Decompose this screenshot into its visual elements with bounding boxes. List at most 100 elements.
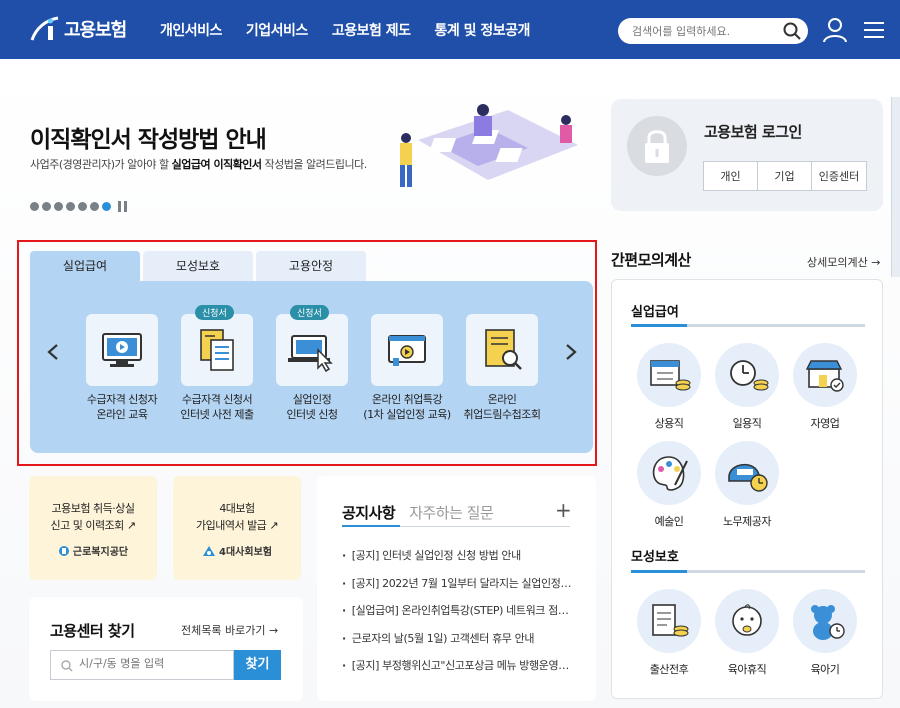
org-name: 4대사회보험: [219, 547, 272, 558]
slide-indicator: [30, 201, 127, 212]
logo[interactable]: 고용보험: [28, 14, 127, 44]
search-icon: [61, 660, 73, 672]
sim-regular-worker[interactable]: 상용직: [634, 343, 704, 431]
tab-faq[interactable]: 자주하는 질문: [409, 502, 494, 523]
arrow-right-icon: →: [871, 256, 881, 269]
notice-item[interactable]: [공지] 부정행위신고"신고포상금 메뉴 방행운영 안내: [342, 656, 572, 684]
sim-childcare-period[interactable]: 육아기: [790, 589, 860, 677]
nav-personal[interactable]: 개인서비스: [160, 20, 222, 40]
sim-icon-circle: [715, 441, 779, 505]
sim-label: 육아휴직: [727, 663, 767, 676]
baby-icon: [732, 604, 762, 636]
lock-icon: [627, 116, 687, 176]
calendar-coins-icon: [650, 360, 691, 391]
slide-dot[interactable]: [30, 202, 39, 211]
sim-label: 육아기: [810, 663, 840, 676]
slide-dot[interactable]: [90, 202, 99, 211]
org-name: 근로복지공단: [72, 547, 129, 558]
slide-dot[interactable]: [78, 202, 87, 211]
login-cert-center-button[interactable]: 인증센터: [812, 162, 866, 190]
quick-card-four-insurance[interactable]: 4대보험 가입내역서 발급 ↗ 4대사회보험: [173, 476, 301, 580]
notice-list: [공지] 인터넷 실업인정 신청 방법 안내 [공지] 2022년 7월 1일부…: [342, 546, 572, 684]
simulator-detail-link[interactable]: 상세모의계산 →: [807, 254, 880, 270]
sim-label: 예술인: [654, 515, 684, 528]
simulator-section-unemployment: 실업급여: [631, 305, 679, 320]
sim-label: 자영업: [810, 417, 840, 430]
store-icon: [805, 360, 844, 392]
login-personal-button[interactable]: 개인: [704, 162, 758, 190]
sim-icon-circle: [793, 343, 857, 407]
clock-coins-icon: [730, 360, 769, 391]
simulator-title: 간편모의계산: [611, 251, 691, 269]
notice-item[interactable]: [공지] 2022년 7월 1일부터 달라지는 실업인정 방법 안내: [342, 574, 572, 602]
login-title: 고용보험 로그인: [704, 123, 802, 141]
notice-item[interactable]: [실업급여] 온라인취업특강(STEP) 네트워크 점검 안내: [342, 601, 572, 629]
sim-icon-circle: [637, 589, 701, 653]
logo-mark-icon: [30, 16, 59, 41]
hero-title[interactable]: 이직확인서 작성방법 안내: [30, 120, 267, 154]
sim-label: 상용직: [654, 417, 684, 430]
nav-business[interactable]: 기업서비스: [246, 20, 308, 40]
search-box: [618, 18, 808, 44]
hamburger-menu-icon[interactable]: [864, 21, 884, 39]
search-input[interactable]: [632, 22, 772, 40]
slide-dot[interactable]: [42, 202, 51, 211]
helmet-clock-icon: [728, 463, 768, 492]
top-header: 고용보험 개인서비스 기업서비스 고용보험 제도 통계 및 정보공개: [0, 0, 900, 59]
simulator-link-text: 상세모의계산: [807, 256, 868, 269]
user-icon[interactable]: [822, 17, 848, 43]
center-all-list-link[interactable]: 전체목록 바로가기 →: [181, 622, 278, 638]
nav-statistics[interactable]: 통계 및 정보공개: [434, 20, 530, 40]
quick-card-text: 고용보험 취득·상실 신고 및 이력조회 ↗: [29, 500, 157, 534]
center-search-button[interactable]: 찾기: [234, 650, 281, 680]
login-button-group: 개인 기업 인증센터: [703, 161, 867, 191]
sim-self-employed[interactable]: 자영업: [790, 343, 860, 431]
notice-tabs: 공지사항 자주하는 질문: [342, 502, 494, 523]
side-panel-tab[interactable]: [891, 97, 900, 277]
logo-text: 고용보험: [64, 20, 127, 41]
four-insurance-logo-icon: [203, 545, 216, 556]
slide-dot[interactable]: [66, 202, 75, 211]
sim-daily-worker[interactable]: 일용직: [712, 343, 782, 431]
main-nav: 개인서비스 기업서비스 고용보험 제도 통계 및 정보공개: [160, 20, 530, 40]
document-coins-icon: [652, 604, 689, 637]
sim-artist[interactable]: 예술인: [634, 441, 704, 529]
comwel-logo-icon: [58, 545, 69, 556]
center-search-input[interactable]: [79, 657, 229, 670]
center-title: 고용센터 찾기: [50, 622, 135, 640]
notice-item[interactable]: [공지] 인터넷 실업인정 신청 방법 안내: [342, 546, 572, 574]
plus-icon[interactable]: +: [555, 498, 572, 522]
simulator-card: 실업급여 상용직 일용직 자영업 예술인 노무제공자 모성보호 출산전후 육아휴…: [611, 279, 883, 699]
quick-card-line2-text: 가입내역서 발급: [195, 519, 267, 532]
center-search-box: [50, 650, 234, 680]
org-label: 4대사회보험: [173, 543, 301, 558]
quick-card-insurance-report[interactable]: 고용보험 취득·상실 신고 및 이력조회 ↗ 근로복지공단: [29, 476, 157, 580]
sim-labor-provider[interactable]: 노무제공자: [712, 441, 782, 529]
hero-subtitle: 사업주(경영관리자)가 알아야 할 실업급여 이직확인서 작성법을 알려드립니다…: [30, 156, 367, 172]
login-card: 고용보험 로그인 개인 기업 인증센터: [611, 99, 883, 211]
sim-label: 일용직: [732, 417, 762, 430]
sim-icon-circle: [715, 343, 779, 407]
quick-card-line2: 신고 및 이력조회 ↗: [29, 517, 157, 534]
sim-label: 노무제공자: [722, 515, 772, 528]
teddy-bear-icon: [811, 605, 845, 640]
sim-icon-circle: [793, 589, 857, 653]
login-business-button[interactable]: 기업: [758, 162, 812, 190]
sim-childcare-leave[interactable]: 육아휴직: [712, 589, 782, 677]
pause-icon[interactable]: [118, 201, 127, 212]
tab-notice[interactable]: 공지사항: [342, 502, 396, 523]
highlight-box: [17, 240, 597, 466]
search-icon[interactable]: [782, 21, 802, 41]
center-link-text: 전체목록 바로가기: [181, 624, 266, 637]
external-link-icon: ↗: [126, 519, 136, 532]
slide-dot[interactable]: [54, 202, 63, 211]
notice-item[interactable]: 근로자의 날(5월 1일) 고객센터 휴무 안내: [342, 629, 572, 657]
sim-childbirth[interactable]: 출산전후: [634, 589, 704, 677]
nav-system[interactable]: 고용보험 제도: [332, 20, 411, 40]
sim-icon-circle: [637, 343, 701, 407]
section-underline: [631, 324, 865, 327]
slide-dot-active[interactable]: [102, 202, 111, 211]
notice-tab-active-underline: [342, 525, 400, 527]
quick-card-text: 4대보험 가입내역서 발급 ↗: [173, 500, 301, 534]
hero-subtitle-pre: 사업주(경영관리자)가 알아야 할: [30, 158, 172, 171]
